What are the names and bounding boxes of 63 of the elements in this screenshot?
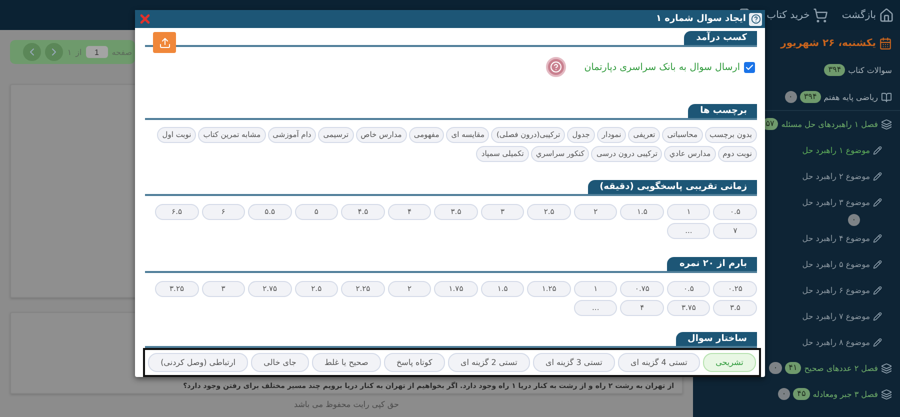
question-type-chip[interactable]: تستی 4 گزینه ای [618, 353, 700, 372]
pencil-icon [873, 286, 882, 294]
section-title: کسب درآمد [684, 31, 757, 45]
question-type-chip[interactable]: کوتاه پاسخ [384, 353, 445, 372]
checkbox[interactable] [744, 62, 755, 72]
count-badge: ۰ [769, 362, 782, 374]
upload-icon [158, 36, 170, 48]
count-badge: ۰ [848, 214, 860, 226]
question-type-chip[interactable]: تستی 3 گزینه ای [532, 353, 615, 372]
layers-icon [881, 118, 892, 130]
checkbox-label: ارسال سوال به بانک سراسری دپارتمان [584, 62, 740, 72]
question-type-chip[interactable]: جای خالی [251, 353, 309, 372]
tree-item[interactable]: موضوع ۱ راهبرد حل [802, 146, 870, 154]
tree-item[interactable]: موضوع ۳ راهبرد حل [802, 198, 870, 206]
dialog-title: ایجاد سوال شماره ۱ [655, 14, 746, 24]
nav-link[interactable]: بازگشت [842, 8, 894, 22]
cart-icon [812, 8, 828, 22]
question-type-chip[interactable]: تستی 2 گزینه ای [448, 353, 530, 372]
pencil-icon [873, 260, 882, 268]
section-label: سوالات کتاب [848, 66, 892, 74]
tree-item[interactable]: فصل ۱ راهبردهای حل مسئله [781, 120, 878, 128]
nav-link[interactable]: خرید کتاب [766, 8, 828, 22]
home-icon [879, 8, 894, 22]
next-button[interactable] [45, 43, 64, 61]
tree-item[interactable]: فصل ۲ عددهای صحیح [804, 364, 878, 372]
pencil-icon [873, 338, 882, 346]
pencil-icon [873, 312, 882, 320]
pencil-icon [873, 146, 882, 154]
tree-item[interactable]: موضوع ۴ راهبرد حل [802, 234, 870, 242]
calendar-icon [879, 36, 892, 50]
help-icon[interactable] [749, 12, 762, 26]
tree-item[interactable]: فصل ۳ جبر ومعادله [812, 390, 878, 398]
section-title: بارم از ۲۰ نمره [667, 257, 757, 271]
tree-item[interactable]: موضوع ۷ راهبرد حل [802, 312, 870, 320]
tree-item[interactable]: موضوع ۲ راهبرد حل [802, 172, 870, 180]
layers-icon [881, 362, 892, 374]
question-type-chip[interactable]: صحیح یا غلط [312, 353, 381, 372]
count-badge: ۳۹۴ [824, 64, 846, 76]
section-title: برچسب ها [688, 104, 757, 118]
layers-icon [881, 388, 892, 400]
count-badge: ۳۹۴ [800, 91, 821, 103]
page-input[interactable]: 1 [86, 46, 108, 58]
tree-item[interactable]: موضوع ۸ راهبرد حل [802, 338, 870, 346]
date-text: یکشنبه، ۲۶ شهریور [780, 38, 876, 48]
tree-item[interactable]: موضوع ۵ راهبرد حل [802, 260, 870, 268]
book-icon [881, 92, 892, 102]
tree-item[interactable]: موضوع ۶ راهبرد حل [802, 286, 870, 294]
tree-item[interactable]: ریاضی پایه هفتم [824, 92, 878, 102]
help-icon[interactable] [546, 57, 566, 77]
question-type-chip[interactable]: ارتباطی (وصل کردنی) [148, 353, 248, 372]
count-badge: ۴۵ [793, 388, 810, 400]
pencil-icon [873, 234, 882, 242]
section-title: زمانی تقریبی پاسخگویی (دقیقه) [588, 180, 757, 194]
count-badge: ۰ [778, 388, 790, 400]
close-button[interactable] [138, 12, 152, 26]
count-badge: ۴۱ [784, 362, 802, 374]
count-badge: ۰ [784, 91, 797, 103]
upload-button[interactable] [153, 32, 176, 53]
section-title: ساختار سوال [676, 332, 757, 346]
pencil-icon [873, 172, 882, 180]
pencil-icon [873, 198, 882, 206]
copyright-text: حق کپی رایت محفوظ می باشد [293, 399, 400, 409]
previous-button[interactable] [23, 43, 42, 61]
